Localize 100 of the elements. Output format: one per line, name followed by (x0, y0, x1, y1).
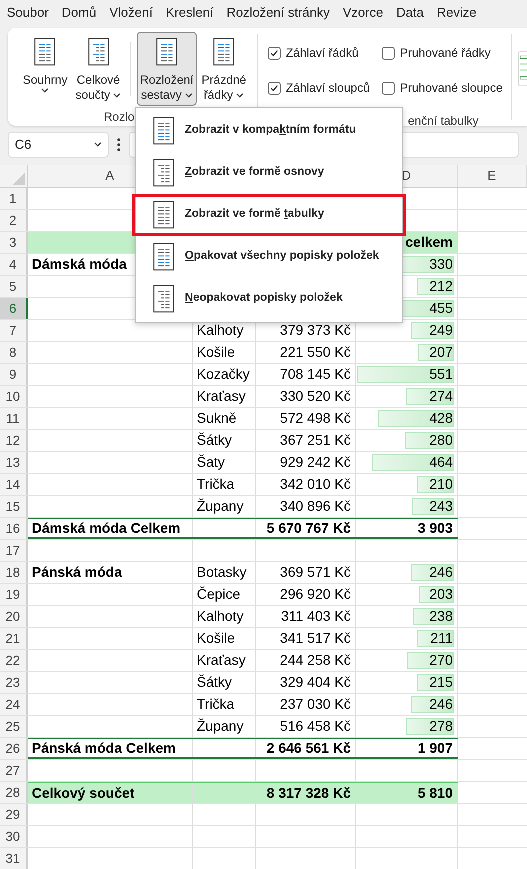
ribbon-tab[interactable]: Soubor (7, 3, 49, 23)
row-header[interactable]: 20 (0, 606, 28, 627)
table-cell: 296 920 Kč (256, 584, 356, 605)
row-header[interactable]: 19 (0, 584, 28, 605)
row-header[interactable]: 10 (0, 386, 28, 407)
table-cell: 221 550 Kč (256, 342, 356, 363)
table-cell: 572 498 Kč (256, 408, 356, 429)
checkbox[interactable] (382, 46, 396, 60)
table-cell: Kozačky (193, 364, 256, 385)
row-header[interactable]: 5 (0, 276, 28, 297)
table-cell: 342 010 Kč (256, 474, 356, 495)
ribbon-tab[interactable]: Data (396, 3, 424, 23)
cell-value: 278 (430, 717, 453, 736)
table-cell: Trička (193, 474, 256, 495)
row-header[interactable]: 2 (0, 210, 28, 231)
row-header[interactable]: 25 (0, 716, 28, 737)
more-icon[interactable] (117, 138, 121, 152)
table-cell: Košile (193, 342, 256, 363)
ribbon-tab[interactable]: Revize (436, 3, 477, 23)
cell-value: 212 (430, 277, 453, 296)
table-cell: Dámská móda Celkem (28, 519, 193, 537)
cell-value: 243 (430, 497, 453, 516)
report-layout-icon (153, 285, 175, 313)
cell-value: 249 (430, 321, 453, 340)
table-cell: 341 517 Kč (256, 628, 356, 649)
row-header[interactable]: 13 (0, 452, 28, 473)
row-header[interactable]: 27 (0, 760, 28, 781)
table-cell: Šátky (193, 430, 256, 451)
ribbon-tab[interactable]: Kreslení (166, 3, 214, 23)
checkbox[interactable] (268, 82, 282, 94)
menu-item[interactable]: Zobrazit ve formě tabulky (132, 194, 406, 236)
row-header[interactable]: 18 (0, 562, 28, 583)
row-header[interactable]: 11 (0, 408, 28, 429)
ribbon-tab[interactable]: Vzorce (343, 3, 384, 23)
cell-value: 207 (430, 343, 453, 362)
menu-item[interactable]: Zobrazit v kompaktním formátu (136, 110, 402, 152)
checkbox-label[interactable]: Pruhované sloupce (400, 79, 503, 97)
cell-value: 210 (430, 475, 453, 494)
table-cell: Sukně (193, 408, 256, 429)
row-header[interactable]: 4 (0, 254, 28, 275)
row-header[interactable]: 8 (0, 342, 28, 363)
row-header[interactable]: 31 (0, 848, 28, 869)
table-cell: Župany (193, 716, 256, 737)
checkbox-label[interactable]: Záhlaví sloupců (286, 79, 370, 97)
row-header[interactable]: 21 (0, 628, 28, 649)
row-header[interactable]: 23 (0, 672, 28, 693)
layout-button[interactable]: Rozložení sestavy (137, 32, 197, 106)
row-header[interactable]: 6 (0, 298, 28, 319)
cell-value: 280 (430, 431, 453, 450)
row-header[interactable]: 30 (0, 826, 28, 847)
table-cell: 340 896 Kč (256, 496, 356, 517)
table-cell: Šaty (193, 452, 256, 473)
menu-item-label: Neopakovat popisky položek (185, 291, 343, 306)
row-header[interactable]: 1 (0, 188, 28, 209)
row-header[interactable]: 7 (0, 320, 28, 341)
row-header[interactable]: 15 (0, 496, 28, 517)
check-icon (270, 48, 280, 58)
row-header[interactable]: 24 (0, 694, 28, 715)
ribbon-tab[interactable]: Vložení (110, 3, 153, 23)
check-icon (270, 84, 280, 92)
row-header[interactable]: 26 (0, 738, 28, 759)
checkbox[interactable] (382, 82, 396, 94)
table-cell: 244 258 Kč (256, 650, 356, 671)
ribbon-tab[interactable]: Domů (62, 3, 97, 23)
report-layout-icon (153, 117, 175, 145)
report-layout-icon (213, 38, 236, 66)
report-layout-icon (34, 38, 56, 66)
row-header[interactable]: 12 (0, 430, 28, 451)
table-cell: Šátky (193, 672, 256, 693)
row-header[interactable]: 29 (0, 804, 28, 825)
cell-value: 211 (430, 629, 453, 648)
layout-button[interactable]: Prázdné řádky (198, 32, 250, 106)
report-layout-icon (153, 243, 175, 271)
checkbox[interactable] (268, 46, 282, 60)
layout-button[interactable]: Souhrny (20, 32, 71, 106)
cell-value: 455 (430, 299, 453, 318)
row-header[interactable]: 28 (0, 782, 28, 803)
report-layout-icon (88, 38, 110, 66)
table-cell: 929 242 Kč (256, 452, 356, 473)
checkbox-label[interactable]: Záhlaví řádků (286, 44, 359, 62)
table-cell: Župany (193, 496, 256, 517)
row-header[interactable]: 17 (0, 540, 28, 561)
row-header[interactable]: 14 (0, 474, 28, 495)
checkbox-label[interactable]: Pruhované řádky (400, 44, 491, 62)
cell-value: 464 (430, 453, 453, 472)
row-header[interactable]: 16 (0, 518, 28, 539)
row-header[interactable]: 9 (0, 364, 28, 385)
layout-button[interactable]: Celkové součty (72, 32, 124, 106)
row-header[interactable]: 3 (0, 232, 28, 253)
cell-value: 428 (430, 409, 453, 428)
column-header[interactable]: E (458, 165, 527, 187)
table-cell: Trička (193, 694, 256, 715)
ribbon-tab[interactable]: Rozložení stránky (226, 3, 330, 23)
row-header[interactable]: 22 (0, 650, 28, 671)
table-cell: 367 251 Kč (256, 430, 356, 451)
table-cell: 369 571 Kč (256, 562, 356, 583)
menu-item[interactable]: Neopakovat popisky položek (136, 278, 402, 320)
table-cell: 2 646 561 Kč (256, 739, 356, 757)
table-cell: 330 520 Kč (256, 386, 356, 407)
name-box[interactable]: C6 (8, 132, 109, 158)
